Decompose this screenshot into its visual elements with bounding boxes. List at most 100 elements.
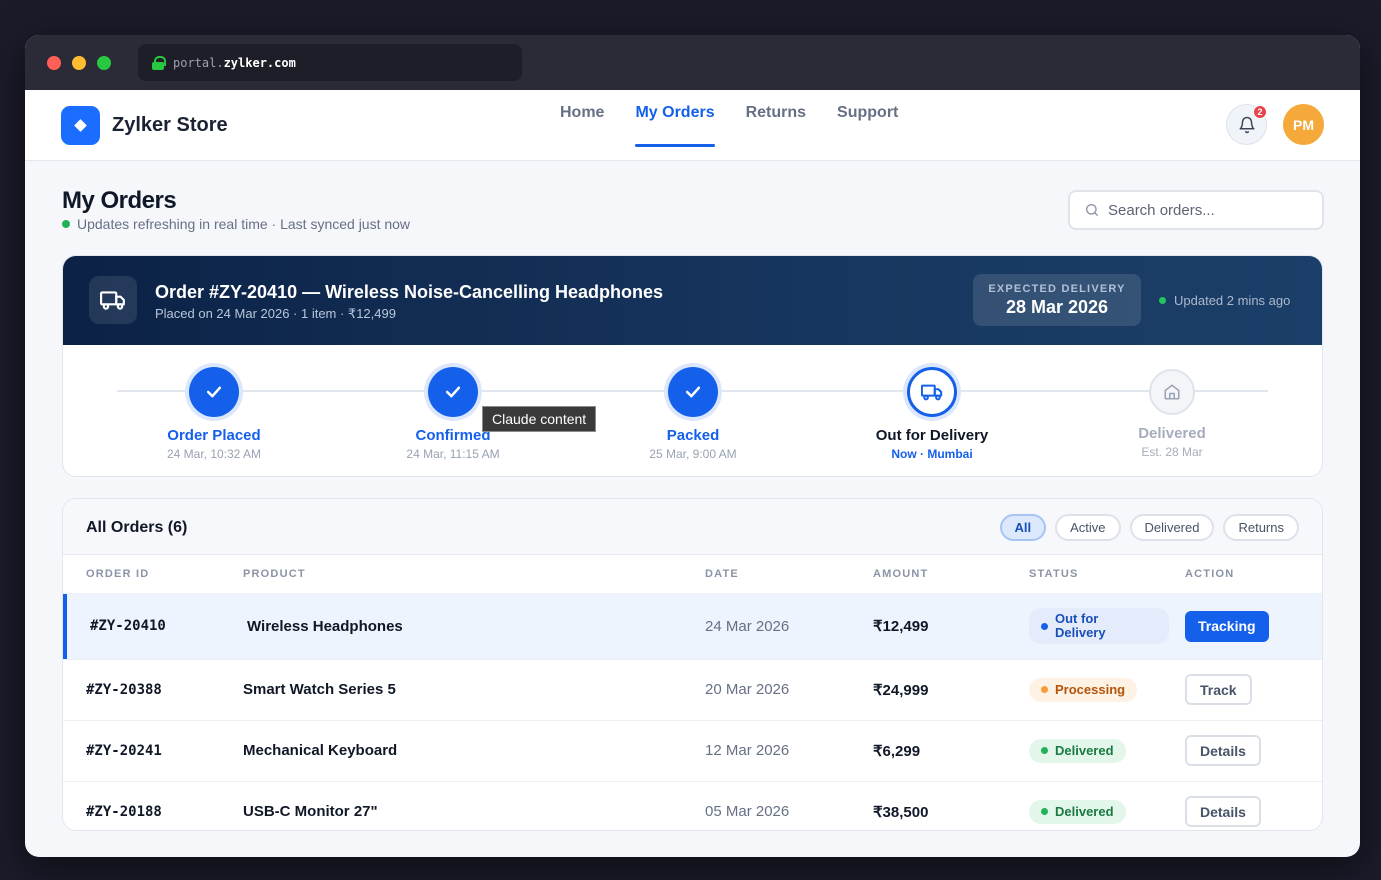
step-label: Delivered (1138, 425, 1206, 442)
table-row[interactable]: #ZY-20388 Smart Watch Series 5 20 Mar 20… (63, 658, 1322, 720)
column-header-date[interactable]: DATE (705, 555, 873, 593)
table-row[interactable]: #ZY-20241 Mechanical Keyboard 12 Mar 202… (63, 719, 1322, 781)
status-badge: Delivered (1029, 738, 1126, 763)
status-dot (1041, 747, 1048, 754)
check-icon (445, 386, 461, 398)
status-badge: Delivered (1029, 799, 1126, 824)
step-delivered: Delivered Est. 28 Mar (1082, 345, 1262, 459)
status-cell: Out for Delivery (1029, 592, 1185, 659)
action-cell: Details (1185, 780, 1322, 830)
filter-delivered[interactable]: Delivered (1129, 514, 1215, 541)
step-circle (428, 367, 478, 417)
column-header-status[interactable]: STATUS (1029, 555, 1185, 593)
step-time: Est. 28 Mar (1141, 445, 1203, 459)
status-dot (1041, 622, 1048, 630)
details-button[interactable]: Details (1185, 796, 1261, 828)
nav-link-returns[interactable]: Returns (746, 90, 806, 161)
step-circle (668, 367, 718, 417)
table-header-row: ORDER ID PRODUCT DATE AMOUNT STATUS ACTI… (63, 555, 1322, 593)
step-time: 25 Mar, 9:00 AM (649, 447, 737, 461)
orders-table-card: All Orders (6) All Active Delivered Retu… (62, 498, 1323, 831)
order-id-cell: #ZY-20410 (63, 592, 243, 659)
tracking-order-title: Order #ZY-20410 — Wireless Noise-Cancell… (155, 282, 664, 302)
order-id-cell: #ZY-20188 (63, 780, 243, 830)
order-id-cell: #ZY-20388 (63, 658, 243, 720)
app-header: Zylker Store Home My Orders Returns Supp… (25, 90, 1360, 161)
step-label: Packed (666, 427, 720, 444)
check-icon (206, 386, 222, 398)
details-button[interactable]: Details (1185, 735, 1261, 766)
status-badge: Out for Delivery (1029, 608, 1169, 644)
product-cell: Smart Watch Series 5 (243, 658, 705, 720)
track-button[interactable]: Track (1185, 674, 1252, 705)
search-icon (1086, 204, 1098, 216)
diamond-logo-icon (61, 106, 100, 145)
brand-name: Zylker Store (112, 114, 228, 136)
action-cell: Tracking (1185, 592, 1322, 659)
tracking-button[interactable]: Tracking (1185, 610, 1269, 642)
minimize-window-button[interactable] (72, 56, 86, 70)
column-header-order-id[interactable]: ORDER ID (63, 555, 243, 593)
amount-cell: ₹6,299 (873, 719, 1029, 781)
step-circle (1149, 369, 1195, 415)
action-cell: Details (1185, 719, 1322, 781)
live-status-text: Updates refreshing in real time · Last s… (77, 216, 411, 232)
live-status: Updates refreshing in real time · Last s… (62, 216, 410, 232)
step-time: 24 Mar, 11:15 AM (406, 447, 500, 461)
column-header-amount[interactable]: AMOUNT (873, 555, 1029, 593)
status-cell: Processing (1029, 658, 1185, 720)
product-cell: Mechanical Keyboard (243, 719, 705, 781)
step-circle (189, 367, 239, 417)
truck-icon-box (89, 276, 137, 324)
updated-status: Updated 2 mins ago (1159, 293, 1290, 308)
amount-cell: ₹24,999 (873, 658, 1029, 720)
search-input[interactable] (1108, 201, 1308, 219)
notifications-button[interactable]: 2 (1226, 104, 1267, 145)
step-order-placed: Order Placed 24 Mar, 10:32 AM (124, 345, 304, 461)
order-id-cell: #ZY-20241 (63, 719, 243, 781)
expected-delivery-label: EXPECTED DELIVERY (988, 283, 1126, 295)
search-box[interactable] (1068, 190, 1324, 230)
product-cell: Wireless Headphones (243, 592, 705, 659)
nav-link-support[interactable]: Support (837, 90, 898, 161)
nav-link-home[interactable]: Home (560, 90, 604, 161)
step-confirmed: Confirmed 24 Mar, 11:15 AM (363, 345, 543, 461)
order-tracking-card: Order #ZY-20410 — Wireless Noise-Cancell… (62, 255, 1323, 477)
step-time: 24 Mar, 10:32 AM (166, 447, 262, 461)
orders-table: ORDER ID PRODUCT DATE AMOUNT STATUS ACTI… (63, 555, 1322, 830)
live-indicator-dot (62, 220, 70, 228)
address-bar[interactable]: portal.zylker.com (138, 44, 522, 81)
step-label: Order Placed (167, 427, 261, 444)
user-avatar[interactable]: PM (1283, 104, 1324, 145)
brand[interactable]: Zylker Store (61, 106, 228, 145)
table-row[interactable]: #ZY-20188 USB-C Monitor 27" 05 Mar 2026 … (63, 780, 1322, 830)
bell-icon (1239, 116, 1254, 133)
step-out-for-delivery: Out for Delivery Now · Mumbai (842, 345, 1022, 461)
amount-cell: ₹12,499 (873, 592, 1029, 659)
tracking-stepper: Order Placed 24 Mar, 10:32 AM Confirmed … (63, 345, 1322, 476)
step-packed: Packed 25 Mar, 9:00 AM (603, 345, 783, 461)
status-text: Out for Delivery (1055, 611, 1106, 640)
table-row[interactable]: #ZY-20410 Wireless Headphones 24 Mar 202… (63, 592, 1322, 659)
page-title: My Orders (62, 187, 177, 214)
date-cell: 20 Mar 2026 (705, 658, 873, 720)
close-window-button[interactable] (47, 56, 61, 70)
column-header-product[interactable]: PRODUCT (243, 555, 705, 593)
status-cell: Delivered (1029, 719, 1185, 781)
filter-active[interactable]: Active (1055, 514, 1121, 541)
notification-badge: 2 (1253, 105, 1267, 119)
status-cell: Delivered (1029, 780, 1185, 830)
column-header-action: ACTION (1185, 567, 1235, 580)
orders-title: All Orders (6) (86, 519, 188, 536)
filter-all[interactable]: All (999, 514, 1047, 541)
updated-indicator-dot (1159, 297, 1166, 304)
nav-link-my-orders[interactable]: My Orders (635, 90, 715, 161)
updated-text: Updated 2 mins ago (1174, 293, 1291, 308)
amount-cell: ₹38,500 (873, 780, 1029, 830)
step-time: Now · Mumbai (891, 447, 973, 461)
browser-titlebar: portal.zylker.com (25, 35, 1360, 90)
filter-returns[interactable]: Returns (1223, 514, 1299, 541)
status-text: Processing (1055, 682, 1126, 697)
maximize-window-button[interactable] (97, 56, 111, 70)
tooltip: Claude content (482, 406, 597, 432)
